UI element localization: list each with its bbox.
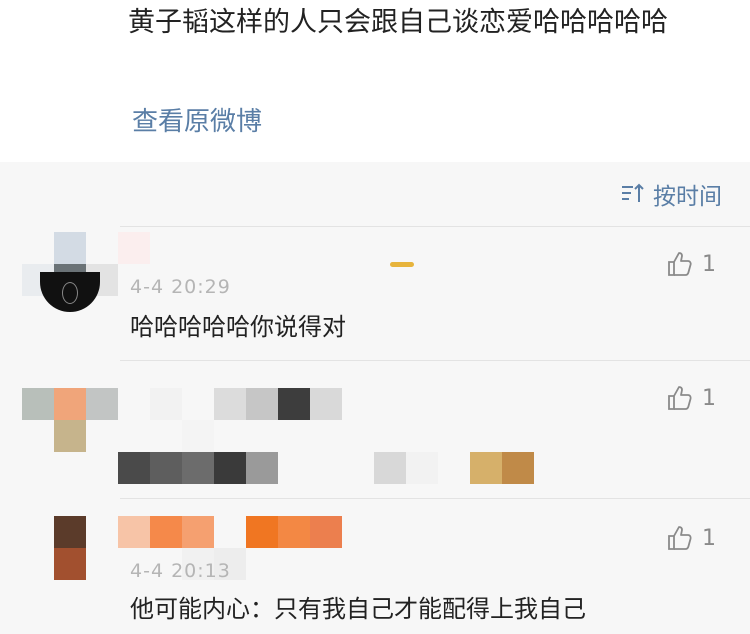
- comment-time: 4-4 20:13: [130, 560, 231, 582]
- like-count: 1: [702, 251, 716, 277]
- like-count: 1: [702, 385, 716, 411]
- username[interactable]: [118, 388, 358, 452]
- like-button[interactable]: 1: [666, 524, 716, 552]
- sort-label: 按时间: [653, 184, 722, 210]
- vip-badge: [390, 262, 414, 267]
- sort-icon: [619, 180, 647, 208]
- thumbs-up-icon: [668, 386, 692, 410]
- post-text: 黄子韬这样的人只会跟自己谈恋爱哈哈哈哈哈: [128, 7, 668, 38]
- comment-item[interactable]: 4-4 20:13 他可能内心：只有我自己才能配得上我自己 1: [0, 498, 750, 634]
- avatar[interactable]: [22, 516, 118, 600]
- like-count: 1: [702, 525, 716, 551]
- view-original-post-link[interactable]: 查看原微博: [132, 104, 262, 140]
- comment-item[interactable]: 4-4 20:29 哈哈哈哈哈你说得对 1: [0, 226, 750, 360]
- comment-text-mosaic: [118, 452, 538, 484]
- comment-text: 哈哈哈哈哈你说得对: [130, 313, 346, 341]
- thumbs-up-icon: [668, 252, 692, 276]
- avatar[interactable]: [22, 388, 118, 484]
- comment-text: 他可能内心：只有我自己才能配得上我自己: [130, 595, 586, 623]
- sort-bar: 按时间: [0, 162, 750, 226]
- comment-time: 4-4 20:29: [130, 276, 231, 298]
- thumbs-up-icon: [668, 526, 692, 550]
- sort-by-time-button[interactable]: 按时间: [619, 178, 722, 210]
- post-card: 黄子韬这样的人只会跟自己谈恋爱哈哈哈哈哈 查看原微博: [0, 0, 750, 162]
- like-button[interactable]: 1: [666, 250, 716, 278]
- avatar[interactable]: [22, 232, 118, 316]
- like-button[interactable]: 1: [666, 384, 716, 412]
- comment-item[interactable]: 1: [0, 360, 750, 498]
